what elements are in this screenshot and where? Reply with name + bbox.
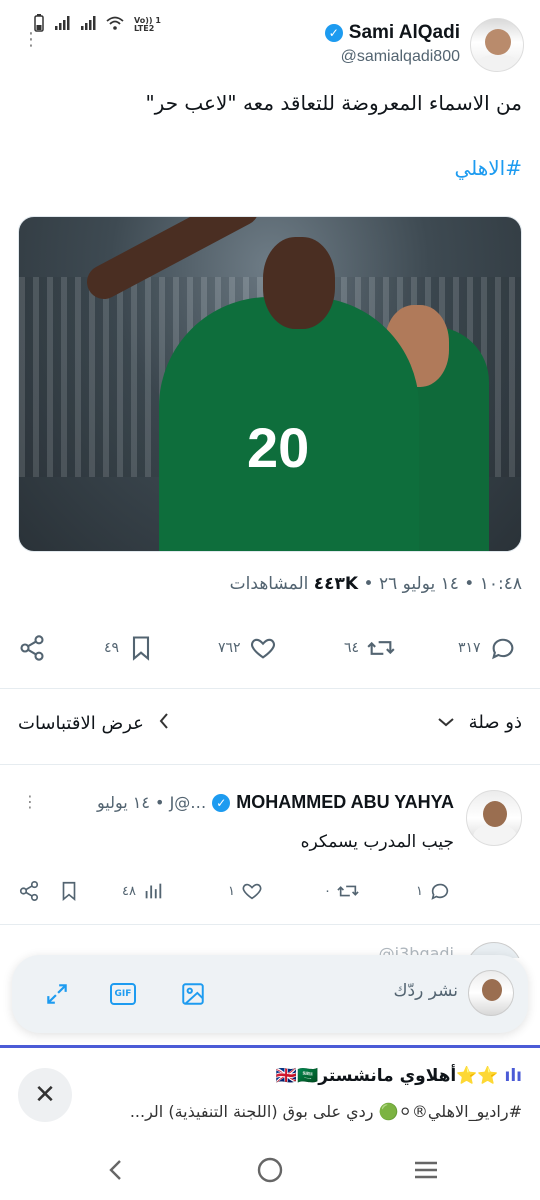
reply-share-button[interactable]: [18, 880, 40, 902]
main-player-head: [263, 237, 335, 329]
notification-banner[interactable]: ✕ ılı ⭐⭐أهلاوي مانشستر🇬🇧🇸🇦 #راديو_الاهلي…: [0, 1048, 540, 1138]
tweet-action-bar: ٤٩ ٧٦٢ ٦٤ ٣١٧: [18, 628, 522, 668]
shirt-number: 20: [247, 416, 310, 479]
bookmark-button[interactable]: ٤٩: [104, 628, 155, 668]
author-name-row: ✓ Sami AlQadi: [324, 22, 460, 44]
hashtag-link[interactable]: #الاهلي: [454, 156, 522, 180]
bookmark-icon: [132, 636, 150, 661]
reply-like-count: ١: [228, 883, 235, 899]
view-quotes-link[interactable]: عرض الاقتباسات: [18, 712, 170, 735]
relevance-label: ذو صلة: [468, 712, 522, 733]
reply-author-avatar[interactable]: [466, 790, 522, 846]
author-avatar[interactable]: [470, 18, 524, 72]
bookmark-count: ٤٩: [104, 640, 120, 656]
gif-icon[interactable]: GIF: [108, 979, 138, 1009]
recent-apps-icon[interactable]: [406, 1152, 446, 1188]
reply-retweet-button[interactable]: ٠: [324, 880, 359, 902]
audio-bars-icon: ılı: [504, 1066, 522, 1086]
reply-bookmark-button[interactable]: [58, 880, 80, 902]
reply-icon: [431, 883, 449, 900]
reply-views-count: ٤٨: [122, 883, 136, 899]
reply-tweet[interactable]: MOHAMMED ABU YAHYA ✓ …@J • ١٤ يوليو ⋮ جي…: [0, 788, 540, 918]
gif-label: GIF: [110, 983, 136, 1005]
bar-chart-icon: [145, 883, 162, 899]
replies-filter-row: عرض الاقتباسات ذو صلة: [18, 712, 522, 744]
reply-handle-date: …@J • ١٤ يوليو: [97, 793, 207, 812]
composer-avatar: [468, 970, 514, 1016]
reply-author-name[interactable]: MOHAMMED ABU YAHYA: [236, 792, 454, 813]
chevron-down-icon: [437, 712, 455, 733]
author-display-name[interactable]: Sami AlQadi: [349, 22, 460, 44]
retweet-icon: [337, 885, 359, 897]
lte-label: LTE2: [134, 24, 155, 33]
close-icon[interactable]: ✕: [18, 1068, 72, 1122]
reply-reply-button[interactable]: ١: [416, 880, 451, 902]
notification-title-text: ⭐⭐أهلاوي مانشستر🇬🇧🇸🇦: [275, 1066, 499, 1086]
like-count: ٧٦٢: [218, 640, 241, 656]
reply-more-options-icon[interactable]: ⋮: [22, 794, 38, 810]
retweet-icon: [367, 641, 395, 655]
reply-action-bar: ٤٨ ١ ٠ ١: [18, 880, 454, 910]
reply-views-button[interactable]: ٤٨: [122, 880, 164, 902]
composer-placeholder[interactable]: نشر ردّك: [394, 981, 458, 1001]
divider: [0, 764, 540, 765]
heart-icon: [242, 883, 262, 900]
views-count: ٤٤٣K: [313, 574, 359, 594]
tweet-media-image[interactable]: 20: [18, 216, 522, 552]
reply-like-button[interactable]: ١: [228, 880, 263, 902]
signal-icon: [54, 15, 70, 35]
reply-composer[interactable]: نشر ردّك GIF: [12, 955, 528, 1033]
tweet-text: من الاسماء المعروضة للتعاقد معه "لاعب حر…: [145, 91, 522, 115]
reply-header: MOHAMMED ABU YAHYA ✓ …@J • ١٤ يوليو: [97, 792, 454, 813]
tweet-time-date: ١٠:٤٨ • ١٤ يوليو ٢٦ •: [363, 574, 523, 594]
share-icon: [20, 635, 44, 661]
reply-icon: [491, 638, 513, 660]
home-icon[interactable]: [250, 1152, 290, 1188]
reply-reply-count: ١: [416, 883, 423, 899]
verified-badge-icon: ✓: [212, 793, 231, 812]
signal-icon: [80, 15, 96, 35]
tweet-header: ✓ Sami AlQadi @samialqadi800: [324, 18, 524, 72]
share-icon: [19, 881, 39, 901]
status-icons: Vo)) 1 LTE2: [34, 14, 161, 36]
notification-body: #راديو_الاهلي®⚪🟢 ردي على بوق (اللجنة الت…: [129, 1102, 522, 1121]
retweet-count: ٦٤: [344, 640, 360, 656]
notification-title: ılı ⭐⭐أهلاوي مانشستر🇬🇧🇸🇦: [276, 1066, 522, 1086]
chevron-left-icon: [158, 712, 170, 735]
lte-indicator: Vo)) 1 LTE2: [134, 17, 161, 33]
expand-icon[interactable]: [42, 979, 72, 1009]
more-options-icon[interactable]: ⋮: [22, 31, 40, 49]
author-info: ✓ Sami AlQadi @samialqadi800: [324, 22, 460, 66]
divider: [0, 688, 540, 689]
image-icon[interactable]: [178, 979, 208, 1009]
share-button[interactable]: [18, 628, 46, 668]
verified-badge-icon: ✓: [324, 24, 343, 42]
system-navigation-bar: [0, 1138, 540, 1200]
view-quotes-label: عرض الاقتباسات: [18, 713, 144, 734]
bookmark-icon: [62, 881, 76, 902]
reply-retweet-count: ٠: [324, 883, 331, 899]
retweet-button[interactable]: ٦٤: [344, 628, 395, 668]
wifi-icon: [106, 15, 124, 35]
reply-button[interactable]: ٣١٧: [458, 628, 517, 668]
author-handle[interactable]: @samialqadi800: [325, 48, 460, 66]
heart-icon: [250, 638, 275, 659]
tweet-meta: ١٠:٤٨ • ١٤ يوليو ٢٦ • ٤٤٣K المشاهدات: [230, 574, 522, 594]
relevance-dropdown[interactable]: ذو صلة: [437, 712, 522, 733]
back-icon[interactable]: [96, 1152, 136, 1188]
like-button[interactable]: ٧٦٢: [218, 628, 277, 668]
reply-text: جيب المدرب يسمكره: [300, 832, 454, 852]
reply-count: ٣١٧: [458, 640, 481, 656]
views-label: المشاهدات: [229, 574, 309, 594]
divider: [0, 924, 540, 925]
